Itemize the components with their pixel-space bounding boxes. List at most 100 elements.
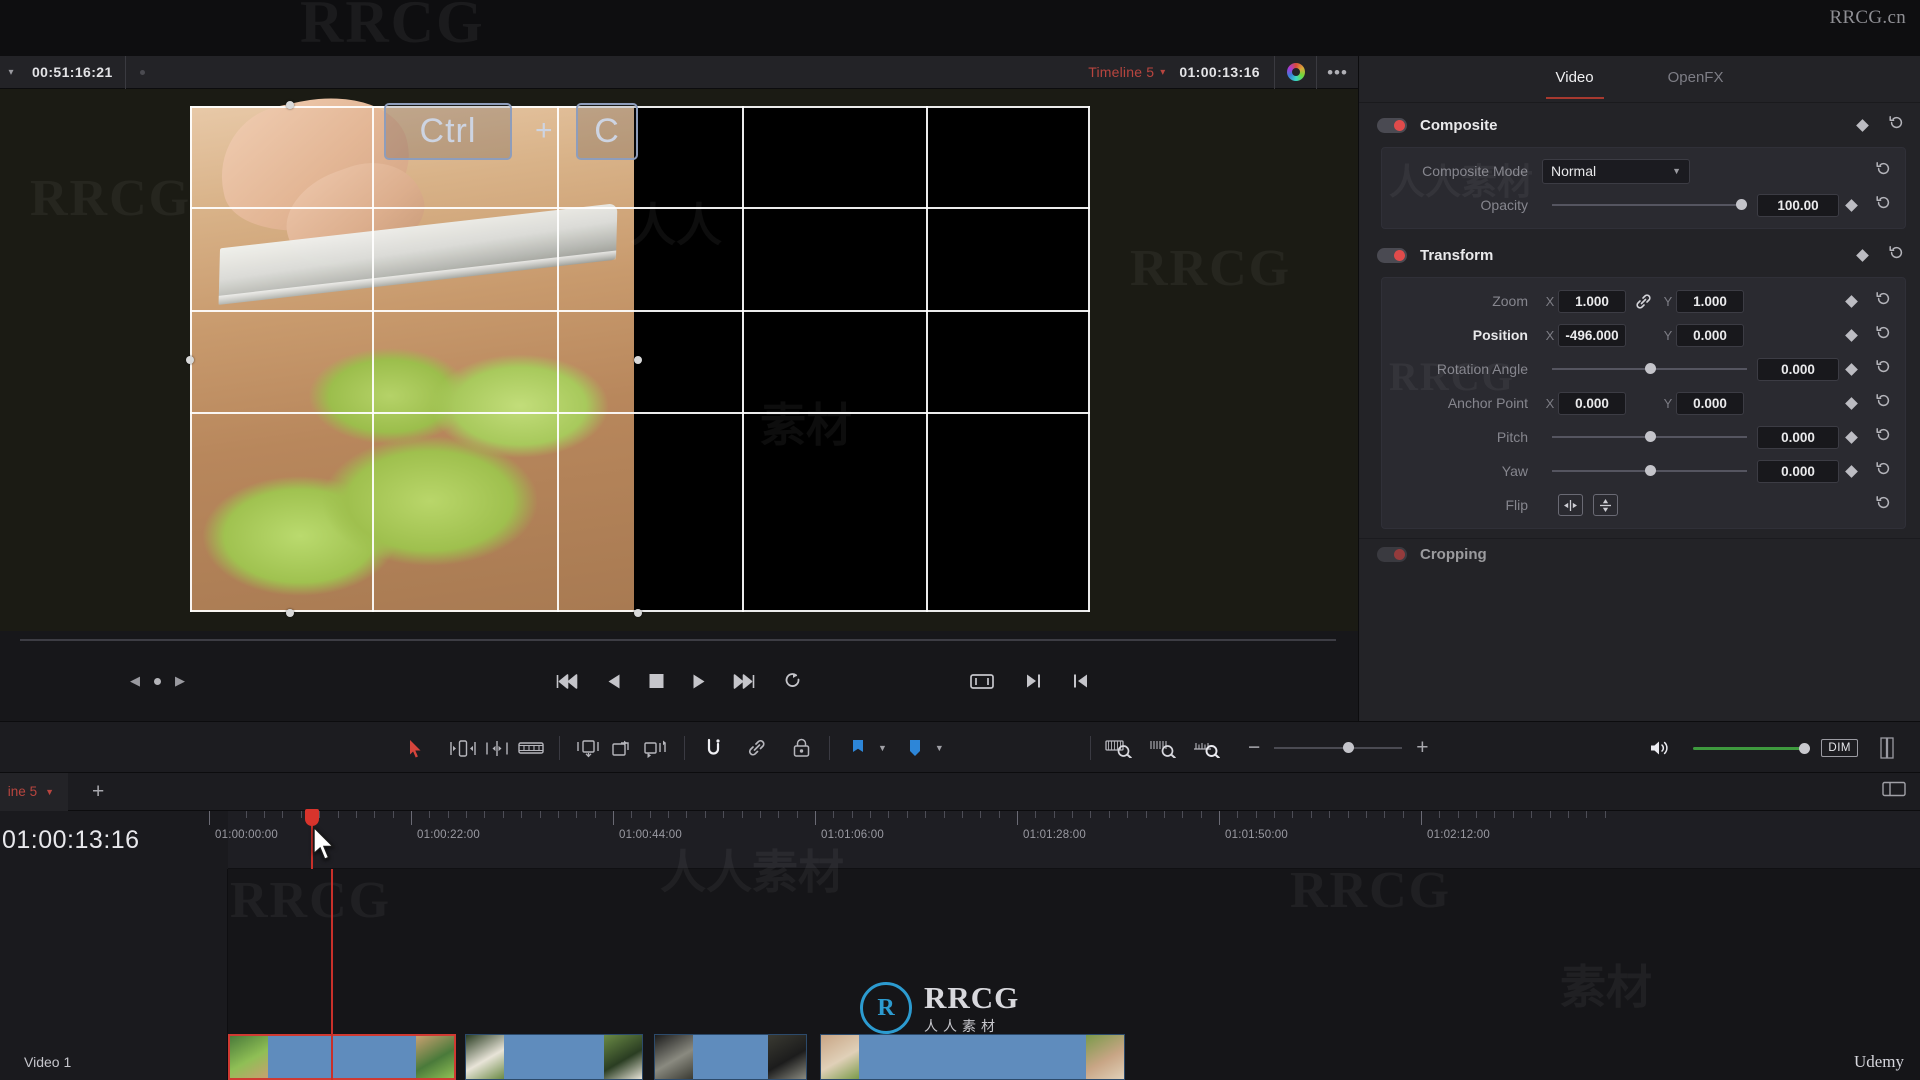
dynamic-trim-mode-icon[interactable] bbox=[480, 731, 514, 765]
prev-icon[interactable]: ◀ bbox=[130, 673, 140, 689]
rotation-angle-reset-icon[interactable] bbox=[1876, 359, 1891, 379]
detail-zoom-icon[interactable] bbox=[1146, 731, 1180, 765]
flip-reset-icon[interactable] bbox=[1876, 495, 1891, 515]
timeline-tab-chevron-icon[interactable]: ▼ bbox=[45, 787, 54, 797]
timeline-view-options-icon[interactable] bbox=[1882, 781, 1906, 802]
viewer-timeline-name[interactable]: Timeline 5 bbox=[1088, 64, 1154, 80]
zoom-y-value[interactable]: 1.000 bbox=[1676, 289, 1744, 313]
composite-reset-icon[interactable] bbox=[1889, 115, 1904, 135]
timeline-tab[interactable]: ine 5 ▼ bbox=[0, 772, 68, 811]
insert-clip-icon[interactable] bbox=[571, 731, 605, 765]
fit-to-screen-icon[interactable] bbox=[970, 673, 994, 689]
anchor-point-keyframe-icon[interactable] bbox=[1845, 396, 1858, 410]
transform-handle-left[interactable] bbox=[186, 356, 194, 364]
pitch-slider[interactable] bbox=[1552, 426, 1747, 448]
anchor-y-value[interactable]: 0.000 bbox=[1676, 391, 1744, 415]
flag-chevron-down-icon[interactable]: ▼ bbox=[878, 743, 887, 753]
next-icon[interactable]: ▶ bbox=[175, 673, 185, 689]
anchor-x-value[interactable]: 0.000 bbox=[1558, 391, 1626, 415]
color-wheel-icon[interactable] bbox=[1274, 55, 1316, 89]
source-timecode[interactable]: 00:51:16:21 bbox=[20, 55, 126, 89]
opacity-slider[interactable] bbox=[1552, 194, 1747, 216]
timeline-clip-selected[interactable] bbox=[228, 1034, 457, 1080]
overwrite-clip-icon[interactable] bbox=[605, 731, 639, 765]
position-keyframe-icon[interactable] bbox=[1845, 328, 1858, 342]
composite-enable-toggle[interactable] bbox=[1377, 117, 1407, 133]
viewer-canvas[interactable]: Ctrl + C RRCG 素材 RRCG 人人 bbox=[0, 89, 1358, 631]
composite-mode-reset-icon[interactable] bbox=[1876, 161, 1891, 181]
link-xy-icon[interactable] bbox=[1626, 293, 1660, 309]
opacity-keyframe-icon[interactable] bbox=[1845, 198, 1858, 212]
flip-vertical-icon[interactable] bbox=[1593, 494, 1618, 516]
timeline-clip[interactable] bbox=[820, 1034, 1125, 1080]
razor-edit-icon[interactable] bbox=[514, 731, 548, 765]
yaw-keyframe-icon[interactable] bbox=[1845, 464, 1858, 478]
ruler-playhead[interactable] bbox=[305, 809, 319, 869]
audio-meter-icon[interactable] bbox=[1870, 731, 1904, 765]
timeline-track-area[interactable] bbox=[228, 869, 1920, 1080]
play-reverse-button[interactable] bbox=[607, 673, 622, 690]
anchor-point-reset-icon[interactable] bbox=[1876, 393, 1891, 413]
timeline-clip[interactable] bbox=[464, 1034, 643, 1080]
custom-zoom-icon[interactable] bbox=[1190, 731, 1224, 765]
viewer-scrubber[interactable] bbox=[0, 631, 1358, 651]
stop-button[interactable] bbox=[648, 672, 666, 690]
add-timeline-button[interactable]: + bbox=[92, 780, 104, 804]
timeline-ruler[interactable]: 01:00:00:00 01:00:22:00 01:00:44:00 01:01:0… bbox=[209, 809, 1920, 869]
pitch-value[interactable]: 0.000 bbox=[1757, 425, 1839, 449]
loop-button[interactable] bbox=[784, 672, 803, 691]
opacity-reset-icon[interactable] bbox=[1876, 195, 1891, 215]
timeline-timecode-display[interactable]: 01:00:13:16 bbox=[0, 811, 228, 869]
rotation-angle-value[interactable]: 0.000 bbox=[1757, 357, 1839, 381]
snapping-icon[interactable] bbox=[696, 731, 730, 765]
zoom-to-fit-icon[interactable] bbox=[1102, 731, 1136, 765]
dim-button[interactable]: DIM bbox=[1821, 739, 1858, 757]
viewer-dot-icon[interactable] bbox=[154, 677, 161, 685]
flag-icon[interactable] bbox=[841, 731, 875, 765]
yaw-value[interactable]: 0.000 bbox=[1757, 459, 1839, 483]
lock-track-icon[interactable] bbox=[784, 731, 818, 765]
skip-to-end-button[interactable] bbox=[733, 673, 758, 690]
marker-chevron-down-icon[interactable]: ▼ bbox=[935, 743, 944, 753]
transform-handle-bottom[interactable] bbox=[286, 609, 294, 617]
position-x-value[interactable]: -496.000 bbox=[1558, 323, 1626, 347]
zoom-keyframe-icon[interactable] bbox=[1845, 294, 1858, 308]
trim-edit-mode-icon[interactable] bbox=[446, 731, 480, 765]
yaw-reset-icon[interactable] bbox=[1876, 461, 1891, 481]
zoom-out-button[interactable]: − bbox=[1248, 736, 1260, 760]
composite-keyframe-icon[interactable] bbox=[1856, 118, 1869, 132]
play-forward-button[interactable] bbox=[692, 673, 707, 690]
zoom-in-button[interactable]: + bbox=[1416, 736, 1428, 760]
zoom-x-value[interactable]: 1.000 bbox=[1558, 289, 1626, 313]
skip-to-start-button[interactable] bbox=[556, 673, 581, 690]
flip-horizontal-icon[interactable] bbox=[1558, 494, 1583, 516]
rotation-angle-keyframe-icon[interactable] bbox=[1845, 362, 1858, 376]
speaker-icon[interactable] bbox=[1643, 731, 1677, 765]
section-header-cropping[interactable]: Cropping bbox=[1359, 539, 1920, 569]
source-chevron-icon[interactable]: ▾ bbox=[2, 67, 20, 78]
replace-clip-icon[interactable] bbox=[639, 731, 673, 765]
composite-mode-select[interactable]: Normal ▼ bbox=[1542, 158, 1690, 184]
transform-handle-top[interactable] bbox=[286, 101, 294, 109]
position-y-value[interactable]: 0.000 bbox=[1676, 323, 1744, 347]
options-ellipsis-icon[interactable]: ••• bbox=[1316, 55, 1358, 89]
mark-in-icon[interactable] bbox=[1072, 673, 1090, 689]
transform-enable-toggle[interactable] bbox=[1377, 247, 1407, 263]
transform-keyframe-icon[interactable] bbox=[1856, 248, 1869, 262]
position-reset-icon[interactable] bbox=[1876, 325, 1891, 345]
yaw-slider[interactable] bbox=[1552, 460, 1747, 482]
tab-openfx[interactable]: OpenFX bbox=[1664, 59, 1728, 99]
pitch-keyframe-icon[interactable] bbox=[1845, 430, 1858, 444]
selection-mode-icon[interactable] bbox=[398, 731, 432, 765]
marker-icon[interactable] bbox=[898, 731, 932, 765]
tab-video[interactable]: Video bbox=[1545, 59, 1604, 99]
viewer-current-timecode[interactable]: 01:00:13:16 bbox=[1165, 64, 1274, 80]
timeline-clip[interactable] bbox=[654, 1034, 807, 1080]
zoom-reset-icon[interactable] bbox=[1876, 291, 1891, 311]
transform-handle-center[interactable] bbox=[634, 356, 642, 364]
track-name-video-1[interactable]: Video 1 bbox=[24, 1054, 71, 1070]
pitch-reset-icon[interactable] bbox=[1876, 427, 1891, 447]
timeline-zoom-slider[interactable] bbox=[1274, 742, 1403, 753]
transform-reset-icon[interactable] bbox=[1889, 245, 1904, 265]
timeline-playhead[interactable] bbox=[331, 869, 333, 1080]
